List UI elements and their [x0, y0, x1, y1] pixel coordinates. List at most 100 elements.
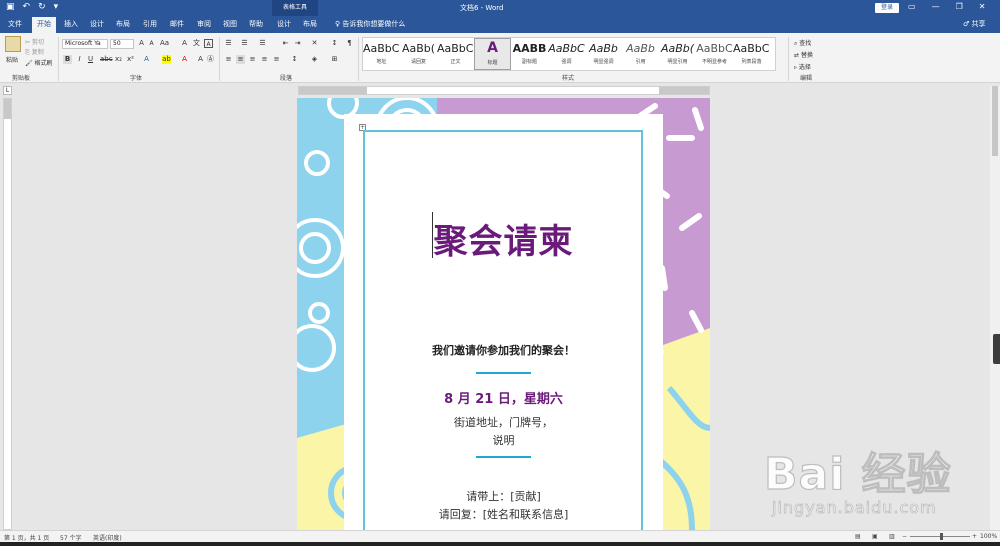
tab-table-layout[interactable]: 布局 [303, 19, 317, 29]
style-intense-emphasis[interactable]: AaBb 明显强调 [585, 38, 622, 70]
web-layout-icon[interactable]: ▥ [889, 533, 895, 540]
zoom-slider-thumb[interactable] [940, 533, 943, 540]
cut-button[interactable]: ✂ 剪切 [25, 37, 44, 46]
char-shading-icon[interactable]: A [196, 55, 205, 64]
scrollbar-thumb[interactable] [992, 86, 998, 156]
text-effects-icon[interactable]: A [142, 55, 151, 64]
zoom-in-icon[interactable]: + [972, 533, 977, 540]
style-title[interactable]: A 标题 [474, 38, 511, 70]
language-indicator[interactable]: 英语(印度) [93, 533, 122, 542]
tab-layout[interactable]: 布局 [116, 19, 130, 29]
superscript-icon[interactable]: x² [126, 55, 135, 64]
style-quote[interactable]: AaBb 引用 [622, 38, 659, 70]
tell-me-search[interactable]: ♀ 告诉我你想要做什么 [335, 19, 405, 29]
grow-font-icon[interactable]: A [137, 39, 146, 48]
justify-icon[interactable]: ≡ [260, 55, 269, 64]
style-emphasis[interactable]: AaBbC 强调 [548, 38, 585, 70]
enclosed-char-icon[interactable]: Ⓐ [206, 55, 215, 64]
tab-insert[interactable]: 插入 [64, 19, 78, 29]
tab-mailings[interactable]: 邮件 [170, 19, 184, 29]
increase-indent-icon[interactable]: ⇥ [293, 39, 302, 48]
replace-button[interactable]: ⇄ 替换 [794, 50, 813, 59]
zoom-level[interactable]: 100% [980, 533, 997, 540]
tab-design[interactable]: 设计 [90, 19, 104, 29]
align-right-icon[interactable]: ≡ [248, 55, 257, 64]
tab-home[interactable]: 开始 [32, 17, 56, 33]
bold-icon[interactable]: B [63, 55, 72, 64]
asian-layout-icon[interactable]: ✕ [310, 39, 319, 48]
style-list-paragraph[interactable]: AaBbC(列表段落 [733, 38, 770, 70]
format-painter-button[interactable]: 🖌 格式刷 [25, 58, 53, 67]
clear-format-icon[interactable]: A [180, 39, 189, 48]
undo-icon[interactable]: ↶ [23, 2, 31, 12]
style-subtitle[interactable]: AABB 副标题 [511, 38, 548, 70]
borders-icon[interactable]: ⊞ [330, 55, 339, 64]
share-button[interactable]: ♂ 共享 [963, 19, 986, 29]
invitation-title[interactable]: 聚会请柬 [344, 214, 663, 263]
tab-selector[interactable]: L [3, 86, 12, 95]
restore-icon[interactable]: ❐ [956, 2, 963, 11]
bullets-icon[interactable]: ☰ [224, 39, 233, 48]
shading-icon[interactable]: ◈ [310, 55, 319, 64]
shrink-font-icon[interactable]: A [147, 39, 156, 48]
align-left-icon[interactable]: ≡ [224, 55, 233, 64]
font-color-icon[interactable]: A [180, 55, 189, 64]
style-intense-quote[interactable]: AaBb(明显引用 [659, 38, 696, 70]
redo-icon[interactable]: ↻ [38, 2, 46, 12]
paste-button[interactable]: 粘贴 [6, 55, 18, 64]
invitation-line[interactable]: 我们邀请你参加我们的聚会！ [344, 342, 663, 358]
tab-table-design[interactable]: 设计 [277, 19, 291, 29]
page-count[interactable]: 第 1 页，共 1 页 [4, 533, 49, 542]
numbering-icon[interactable]: ☰ [240, 39, 249, 48]
style-subtle-reference[interactable]: AaBbC 不明显参考 [696, 38, 733, 70]
strikethrough-icon[interactable]: abc [100, 55, 113, 64]
vertical-scrollbar[interactable] [990, 86, 1000, 530]
street-address[interactable]: 街道地址，门牌号， [344, 414, 663, 430]
bring-line[interactable]: 请带上：[贡献] [344, 488, 663, 504]
distributed-icon[interactable]: ≡ [272, 55, 281, 64]
sort-icon[interactable]: ↕ [330, 39, 339, 48]
side-panel-handle[interactable] [993, 334, 1000, 364]
print-layout-icon[interactable]: ▣ [872, 533, 878, 540]
font-family-select[interactable]: Microsoft Ya [62, 39, 108, 49]
paste-icon[interactable] [5, 36, 21, 52]
style-address[interactable]: AaBbC(地址 [363, 38, 400, 70]
style-rsvp[interactable]: AaBb(请回复 [400, 38, 437, 70]
tab-review[interactable]: 审阅 [197, 19, 211, 29]
rsvp-line[interactable]: 请回复：[姓名和联系信息] [344, 506, 663, 522]
phonetic-icon[interactable]: 文 [192, 39, 201, 48]
read-mode-icon[interactable]: ▤ [855, 533, 861, 540]
word-count[interactable]: 57 个字 [60, 533, 82, 542]
subscript-icon[interactable]: x₂ [114, 55, 123, 64]
italic-icon[interactable]: I [75, 55, 84, 64]
save-icon[interactable]: ▣ [6, 2, 15, 12]
underline-icon[interactable]: U [86, 55, 95, 64]
find-button[interactable]: ⌕ 查找 [794, 38, 811, 48]
vertical-ruler[interactable] [3, 98, 12, 530]
horizontal-ruler[interactable] [298, 86, 710, 95]
customize-icon[interactable]: ▾ [54, 2, 59, 12]
tab-help[interactable]: 帮助 [249, 19, 263, 29]
document-page[interactable]: + 聚会请柬 我们邀请你参加我们的聚会！ 8 月 21 日，星期六 街道地址，门… [297, 98, 710, 530]
char-border-icon[interactable]: A [204, 39, 213, 48]
close-icon[interactable]: ✕ [979, 2, 986, 11]
show-marks-icon[interactable]: ¶ [345, 39, 354, 48]
tab-file[interactable]: 文件 [8, 19, 22, 29]
login-button[interactable]: 登录 [875, 3, 899, 13]
tab-view[interactable]: 视图 [223, 19, 237, 29]
zoom-out-icon[interactable]: − [902, 533, 907, 540]
tab-references[interactable]: 引用 [143, 19, 157, 29]
font-size-select[interactable]: 50 [110, 39, 134, 49]
ribbon-display-icon[interactable]: ▭ [908, 2, 916, 11]
event-date[interactable]: 8 月 21 日，星期六 [344, 388, 663, 407]
minimize-icon[interactable]: — [932, 2, 940, 11]
align-center-icon[interactable]: ≡ [236, 55, 245, 64]
copy-button[interactable]: ⎘ 复制 [25, 47, 44, 57]
select-button[interactable]: ▹ 选择 [794, 62, 811, 71]
style-normal[interactable]: AaBbC(正文 [437, 38, 474, 70]
address-description[interactable]: 说明 [344, 432, 663, 448]
line-spacing-icon[interactable]: ↕ [290, 55, 299, 64]
decrease-indent-icon[interactable]: ⇤ [281, 39, 290, 48]
multilevel-list-icon[interactable]: ☰ [258, 39, 267, 48]
highlight-icon[interactable]: ab [162, 55, 171, 64]
